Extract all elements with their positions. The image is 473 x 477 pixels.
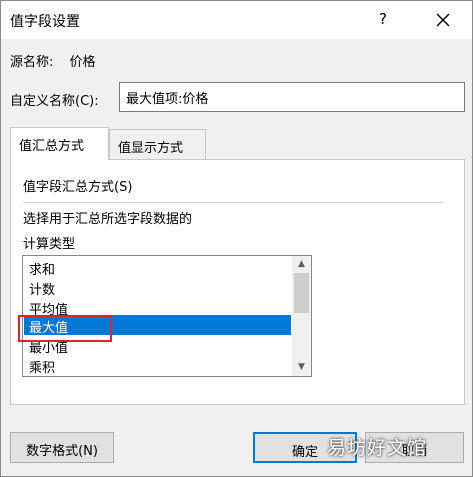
summarize-group-label: 值字段汇总方式(S) bbox=[23, 180, 133, 195]
listbox-scrollbar[interactable]: ▲ ▼ bbox=[292, 256, 311, 376]
close-button[interactable] bbox=[429, 7, 457, 33]
scroll-thumb[interactable] bbox=[294, 273, 309, 313]
tab-show-values-as[interactable]: 值显示方式 bbox=[109, 129, 206, 159]
list-item-sum[interactable]: 求和 bbox=[24, 257, 291, 278]
summarize-panel: 值字段汇总方式(S) 选择用于汇总所选字段数据的 计算类型 求和 计数 平均值 … bbox=[10, 159, 465, 405]
calc-type-label: 计算类型 bbox=[23, 237, 76, 252]
source-name-label: 源名称: bbox=[10, 55, 54, 70]
list-item-average[interactable]: 平均值 bbox=[24, 297, 291, 315]
list-item-product[interactable]: 乘积 bbox=[24, 355, 291, 376]
number-format-button[interactable]: 数字格式(N) bbox=[10, 432, 114, 463]
title-bar: 值字段设置 ? bbox=[1, 1, 472, 39]
tab-summarize-by[interactable]: 值汇总方式 bbox=[10, 127, 109, 160]
source-name-value: 价格 bbox=[69, 55, 96, 70]
dialog-title: 值字段设置 bbox=[10, 14, 80, 30]
selection-highlight-box bbox=[18, 315, 112, 342]
custom-name-input[interactable] bbox=[119, 82, 465, 112]
source-name-row: 源名称: 价格 bbox=[10, 51, 108, 70]
list-item-count[interactable]: 计数 bbox=[24, 277, 291, 298]
value-field-settings-dialog: 值字段设置 ? 源名称: 价格 自定义名称(C): 值汇总方式 值显示方式 值字… bbox=[0, 0, 473, 477]
help-button[interactable]: ? bbox=[373, 10, 393, 30]
close-icon bbox=[436, 13, 450, 27]
group-separator bbox=[23, 202, 443, 203]
watermark-text: 易坊好文馆 bbox=[327, 437, 428, 459]
summarize-description: 选择用于汇总所选字段数据的 bbox=[23, 212, 193, 227]
scroll-down-icon[interactable]: ▼ bbox=[292, 359, 311, 376]
custom-name-label: 自定义名称(C): bbox=[10, 94, 99, 109]
scroll-up-icon[interactable]: ▲ bbox=[292, 256, 311, 273]
